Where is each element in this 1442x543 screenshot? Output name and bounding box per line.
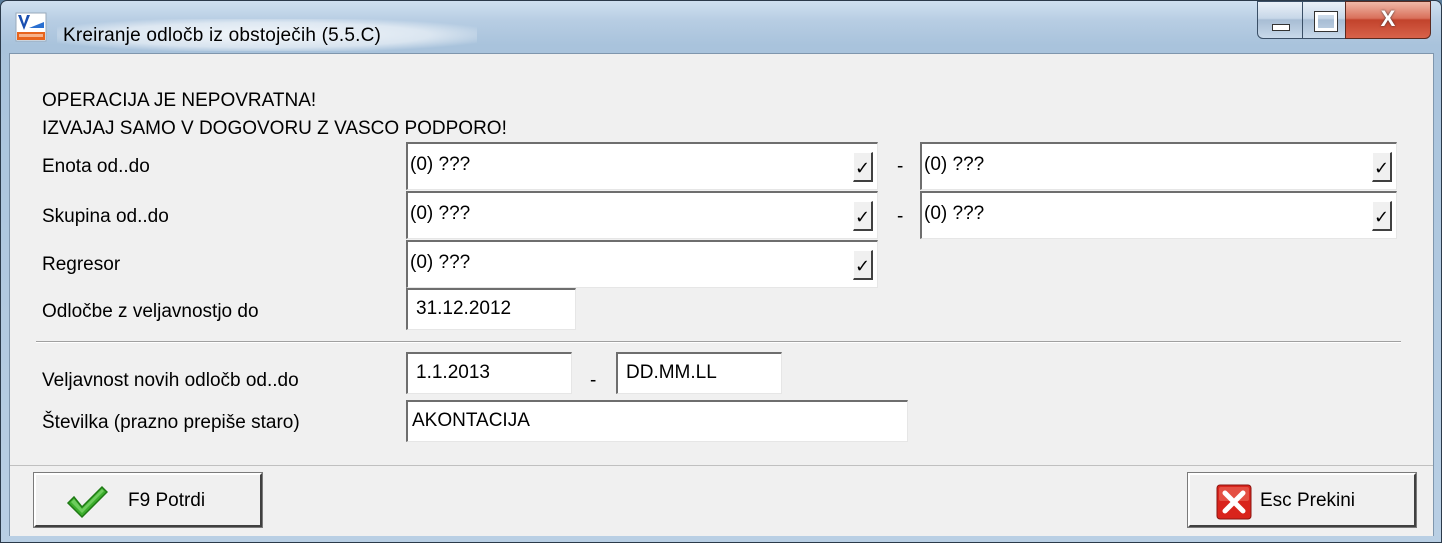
vasco-app-icon xyxy=(15,12,47,42)
check-dropdown-icon: ✓ xyxy=(1373,158,1390,178)
veljavnost-from-input[interactable]: 1.1.2013 xyxy=(406,352,572,394)
check-icon xyxy=(66,485,108,519)
skupina-from-value: (0) ??? xyxy=(410,203,471,224)
check-dropdown-icon: ✓ xyxy=(1373,207,1390,227)
regresor-dropdown-button[interactable]: ✓ xyxy=(853,250,873,280)
enota-to-combo[interactable]: (0) ??? ✓ xyxy=(920,142,1397,190)
regresor-label: Regresor xyxy=(42,254,121,275)
check-dropdown-icon: ✓ xyxy=(854,256,871,276)
enota-label: Enota od..do xyxy=(42,156,150,177)
button-bar: F9 Potrdi Esc Prekini xyxy=(10,465,1433,536)
maximize-icon xyxy=(1314,11,1338,32)
skupina-from-combo[interactable]: (0) ??? ✓ xyxy=(406,191,878,239)
check-dropdown-icon: ✓ xyxy=(854,207,871,227)
veljavnost-to-input[interactable]: DD.MM.LL xyxy=(616,352,782,394)
section-divider xyxy=(36,341,1401,343)
skupina-to-value: (0) ??? xyxy=(924,203,985,224)
confirm-button[interactable]: F9 Potrdi xyxy=(33,472,263,528)
red-x-icon xyxy=(1216,484,1252,520)
veljavnost-label: Veljavnost novih odločb od..do xyxy=(42,370,299,391)
enota-range-dash: - xyxy=(897,156,904,177)
skupina-label: Skupina od..do xyxy=(42,206,169,227)
caption-buttons: X xyxy=(1257,1,1441,41)
enota-from-value: (0) ??? xyxy=(410,154,471,175)
skupina-range-dash: - xyxy=(897,206,904,227)
warning-line-1: OPERACIJA JE NEPOVRATNA! xyxy=(42,90,317,111)
veljavnost-range-dash: - xyxy=(590,370,597,391)
warning-line-2: IZVAJAJ SAMO V DOGOVORU Z VASCO PODPORO! xyxy=(42,118,507,139)
skupina-to-dropdown-button[interactable]: ✓ xyxy=(1372,201,1392,231)
cancel-button-label: Esc Prekini xyxy=(1260,490,1356,511)
stevilka-label: Številka (prazno prepiše staro) xyxy=(42,412,300,433)
dialog-window: Kreiranje odločb iz obstoječih (5.5.C) X… xyxy=(0,0,1442,543)
stevilka-input[interactable]: AKONTACIJA xyxy=(406,400,908,442)
minimize-icon xyxy=(1272,24,1290,31)
cancel-button[interactable]: Esc Prekini xyxy=(1187,472,1417,528)
regresor-value: (0) ??? xyxy=(410,252,471,273)
check-dropdown-icon: ✓ xyxy=(854,158,871,178)
enota-to-value: (0) ??? xyxy=(924,154,985,175)
dialog-body: OPERACIJA JE NEPOVRATNA! IZVAJAJ SAMO V … xyxy=(9,53,1434,536)
enota-to-dropdown-button[interactable]: ✓ xyxy=(1372,152,1392,182)
window-title: Kreiranje odločb iz obstoječih (5.5.C) xyxy=(63,25,382,46)
enota-from-dropdown-button[interactable]: ✓ xyxy=(853,152,873,182)
minimize-button[interactable] xyxy=(1257,1,1303,39)
skupina-to-combo[interactable]: (0) ??? ✓ xyxy=(920,191,1397,239)
enota-from-combo[interactable]: (0) ??? ✓ xyxy=(406,142,878,190)
skupina-from-dropdown-button[interactable]: ✓ xyxy=(853,201,873,231)
maximize-button[interactable] xyxy=(1302,1,1346,39)
odlocbe-do-input[interactable]: 31.12.2012 xyxy=(406,288,576,330)
confirm-button-label: F9 Potrdi xyxy=(128,490,206,511)
close-button[interactable]: X xyxy=(1345,1,1431,39)
title-bar[interactable]: Kreiranje odločb iz obstoječih (5.5.C) X xyxy=(1,1,1441,53)
regresor-combo[interactable]: (0) ??? ✓ xyxy=(406,240,878,288)
odlocbe-do-label: Odločbe z veljavnostjo do xyxy=(42,301,259,322)
close-icon: X xyxy=(1380,6,1396,31)
